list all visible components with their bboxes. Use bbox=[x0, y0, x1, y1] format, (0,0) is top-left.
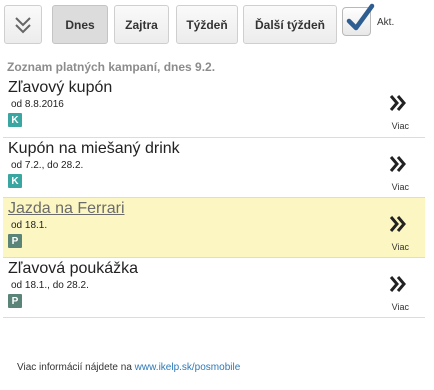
campaign-type-badge: P bbox=[8, 234, 22, 248]
double-chevron-right-icon bbox=[389, 156, 406, 172]
campaign-dates: od 18.1., do 28.2. bbox=[11, 280, 89, 291]
campaign-item[interactable]: Zľavový kupón od 8.8.2016 K Viac bbox=[3, 77, 425, 137]
toolbar: Dnes Zajtra Týždeň Ďalší týždeň Akt. bbox=[4, 3, 430, 46]
active-checkbox-label: Akt. bbox=[377, 17, 395, 28]
tab-next-week-button[interactable]: Ďalší týždeň bbox=[243, 5, 337, 44]
campaign-title: Jazda na Ferrari bbox=[8, 200, 125, 217]
tab-today-button[interactable]: Dnes bbox=[52, 5, 108, 44]
campaign-item[interactable]: Kupón na miešaný drink od 7.2., do 28.2.… bbox=[3, 137, 425, 197]
campaign-item[interactable]: Jazda na Ferrari od 18.1. P Viac bbox=[3, 197, 425, 257]
campaign-type-badge: K bbox=[8, 113, 22, 127]
double-chevron-right-icon bbox=[389, 276, 406, 292]
double-chevron-right-icon bbox=[389, 95, 406, 111]
double-chevron-down-icon bbox=[15, 16, 31, 33]
campaign-more-link[interactable]: Viac bbox=[392, 121, 409, 131]
campaign-more-link[interactable]: Viac bbox=[392, 242, 409, 252]
campaign-dates: od 7.2., do 28.2. bbox=[11, 160, 84, 171]
campaign-more-link[interactable]: Viac bbox=[392, 302, 409, 312]
campaign-more-link[interactable]: Viac bbox=[392, 182, 409, 192]
footer-link[interactable]: www.ikelp.sk/posmobile bbox=[135, 362, 241, 373]
campaign-list: Zľavový kupón od 8.8.2016 K Viac Kupón n… bbox=[3, 77, 425, 318]
campaign-dates: od 8.8.2016 bbox=[11, 99, 64, 110]
active-checkbox[interactable] bbox=[342, 3, 375, 36]
campaign-type-badge: K bbox=[8, 174, 22, 188]
campaign-item[interactable]: Zľavová poukážka od 18.1., do 28.2. P Vi… bbox=[3, 257, 425, 317]
campaign-title: Zľavová poukážka bbox=[8, 260, 139, 277]
active-filter: Akt. bbox=[342, 3, 402, 44]
campaign-title: Zľavový kupón bbox=[8, 79, 113, 96]
tab-tomorrow-button[interactable]: Zajtra bbox=[114, 5, 169, 44]
double-chevron-right-icon bbox=[389, 216, 406, 232]
campaign-title: Kupón na miešaný drink bbox=[8, 140, 180, 157]
checkmark-icon bbox=[346, 3, 375, 31]
list-subtitle: Zoznam platných kampaní, dnes 9.2. bbox=[7, 60, 216, 74]
tab-week-button[interactable]: Týždeň bbox=[176, 5, 238, 44]
footer-text: Viac informácií nájdete na bbox=[17, 362, 135, 373]
campaign-dates: od 18.1. bbox=[11, 220, 48, 231]
campaign-type-badge: P bbox=[8, 294, 22, 308]
collapse-button[interactable] bbox=[4, 5, 42, 44]
footer-info: Viac informácií nájdete na www.ikelp.sk/… bbox=[17, 362, 240, 373]
